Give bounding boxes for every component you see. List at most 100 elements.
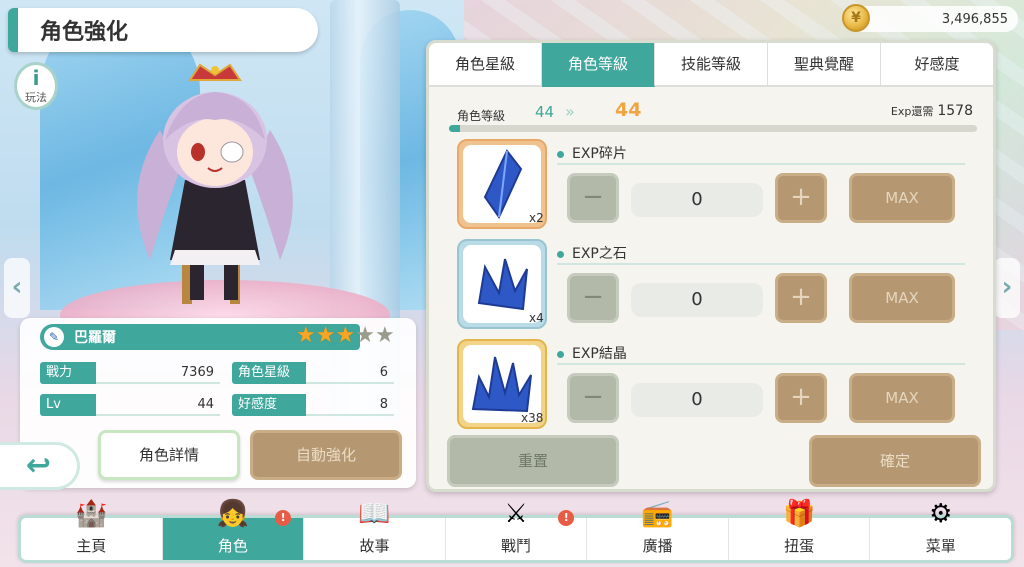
- exp-needed: Exp還需 1578: [891, 103, 973, 119]
- character-portrait[interactable]: [120, 60, 310, 310]
- back-button[interactable]: ↩: [0, 442, 80, 490]
- enhance-tabs: 角色星級 角色等級 技能等級 聖典覺醒 好感度: [429, 43, 993, 87]
- stat-label: Lv: [40, 394, 96, 416]
- stat-label: 戰力: [40, 362, 96, 384]
- item-name: EXP結晶: [557, 343, 627, 363]
- exp-item-stone: x4 EXP之石 − 0 + MAX: [457, 239, 987, 335]
- star-filled-icon: ★: [335, 323, 356, 348]
- level-progress-fill: [449, 125, 460, 132]
- quantity-field[interactable]: 0: [631, 183, 763, 217]
- nav-label: 戰鬥: [501, 537, 532, 555]
- max-button[interactable]: MAX: [849, 273, 955, 323]
- nav-label: 主頁: [76, 537, 107, 555]
- star-filled-icon: ★: [315, 323, 336, 348]
- tab-affection[interactable]: 好感度: [881, 43, 993, 87]
- exp-needed-value: 1578: [937, 103, 973, 119]
- divider: [557, 263, 965, 265]
- increase-button[interactable]: +: [775, 173, 827, 223]
- max-button[interactable]: MAX: [849, 373, 955, 423]
- help-label: 玩法: [25, 91, 47, 104]
- item-quantity: x38: [521, 411, 544, 425]
- nav-label: 故事: [359, 537, 390, 555]
- exp-item-shard: x2 EXP碎片 − 0 + MAX: [457, 139, 987, 235]
- nav-item-radio[interactable]: 📻 廣播: [587, 499, 729, 560]
- exp-item-crystal: x38 EXP結晶 − 0 + MAX: [457, 339, 987, 435]
- book-icon: 📖: [358, 499, 391, 529]
- character-name: 巴羅爾: [74, 330, 116, 346]
- item-name: EXP之石: [557, 243, 627, 263]
- quantity-field[interactable]: 0: [631, 383, 763, 417]
- level-row: 角色等級 44 » 44 Exp還需 1578: [449, 99, 979, 127]
- nav-item-gear[interactable]: ⚙ 菜單: [870, 499, 1011, 560]
- nav-label: 廣播: [642, 537, 673, 555]
- next-character-arrow[interactable]: ›: [994, 258, 1020, 318]
- stat-level: Lv 44: [40, 394, 220, 416]
- tab-character-level[interactable]: 角色等級: [542, 43, 655, 87]
- decrease-button[interactable]: −: [567, 273, 619, 323]
- increase-button[interactable]: +: [775, 273, 827, 323]
- back-arrow-icon: ↩: [25, 448, 52, 483]
- decrease-button[interactable]: −: [567, 373, 619, 423]
- stat-label: 角色星級: [232, 362, 306, 384]
- next-level: 44: [615, 99, 642, 121]
- stat-value: 7369: [96, 362, 220, 384]
- double-chevron-icon: »: [565, 102, 575, 121]
- star-empty-icon: ★: [355, 323, 375, 348]
- exp-crystal-icon: [471, 356, 532, 413]
- quantity-field[interactable]: 0: [631, 283, 763, 317]
- item-quantity: x2: [529, 211, 544, 225]
- nav-item-gacha[interactable]: 🎁 扭蛋: [729, 499, 871, 560]
- tab-awakening[interactable]: 聖典覺醒: [768, 43, 881, 87]
- divider: [557, 163, 965, 165]
- page-title: 角色強化: [40, 20, 129, 45]
- star-empty-icon: ★: [374, 323, 395, 348]
- exp-stone-icon: [477, 258, 528, 311]
- item-quantity: x4: [529, 311, 544, 325]
- divider: [557, 363, 965, 365]
- tab-star-level[interactable]: 角色星級: [429, 43, 542, 87]
- coin-icon: ¥: [842, 4, 870, 32]
- info-icon: i: [32, 66, 40, 90]
- current-level: 44: [535, 103, 555, 121]
- gear-icon: ⚙: [929, 499, 953, 529]
- confirm-button[interactable]: 確定: [809, 435, 981, 487]
- item-name: EXP碎片: [557, 143, 627, 163]
- reset-button[interactable]: 重置: [447, 435, 619, 487]
- star-filled-icon: ★: [296, 323, 316, 348]
- stat-value: 8: [306, 394, 394, 416]
- nav-item-character[interactable]: 👧 角色!: [162, 499, 305, 560]
- character-icon: 👧: [216, 499, 250, 529]
- stat-affection: 好感度 8: [232, 394, 394, 416]
- stat-value: 44: [96, 394, 220, 416]
- nav-item-book[interactable]: 📖 故事: [304, 499, 446, 560]
- stat-label: 好感度: [232, 394, 306, 416]
- level-progress-bar: [449, 125, 977, 132]
- radio-icon: 📻: [641, 499, 674, 529]
- decrease-button[interactable]: −: [567, 173, 619, 223]
- gacha-icon: 🎁: [782, 499, 816, 529]
- character-details-button[interactable]: 角色詳情: [98, 430, 240, 480]
- nav-item-castle[interactable]: 🏰 主頁: [21, 499, 163, 560]
- element-icon: ✎: [44, 327, 64, 347]
- star-rating: ★ ★ ★ ★ ★: [296, 325, 395, 347]
- max-button[interactable]: MAX: [849, 173, 955, 223]
- increase-button[interactable]: +: [775, 373, 827, 423]
- level-label: 角色等級: [457, 109, 506, 123]
- stat-star-level: 角色星級 6: [232, 362, 394, 384]
- coin-amount: 3,496,855: [941, 11, 1008, 27]
- exp-needed-label: Exp還需: [890, 105, 934, 118]
- enhance-panel: 角色星級 角色等級 技能等級 聖典覺醒 好感度 角色等級 44 » 44 Exp…: [426, 40, 996, 492]
- bottom-navigation: 🏰 主頁 👧 角色! 📖 故事 ⚔ 戰鬥! 📻 廣播 🎁 扭蛋 ⚙ 菜單: [18, 499, 1014, 563]
- prev-character-arrow[interactable]: ‹: [4, 258, 30, 318]
- stat-value: 6: [306, 362, 394, 384]
- tab-skill-level[interactable]: 技能等級: [655, 43, 768, 87]
- stat-power: 戰力 7369: [40, 362, 220, 384]
- auto-enhance-button[interactable]: 自動強化: [250, 430, 402, 480]
- sword-icon: ⚔: [504, 499, 528, 529]
- help-button[interactable]: i 玩法: [14, 62, 58, 110]
- nav-label: 角色: [217, 537, 248, 555]
- nav-item-sword[interactable]: ⚔ 戰鬥!: [446, 499, 588, 560]
- notification-badge: !: [558, 510, 575, 526]
- page-title-plate: 角色強化: [8, 8, 318, 52]
- coin-counter: ¥ 3,496,855: [842, 4, 1018, 32]
